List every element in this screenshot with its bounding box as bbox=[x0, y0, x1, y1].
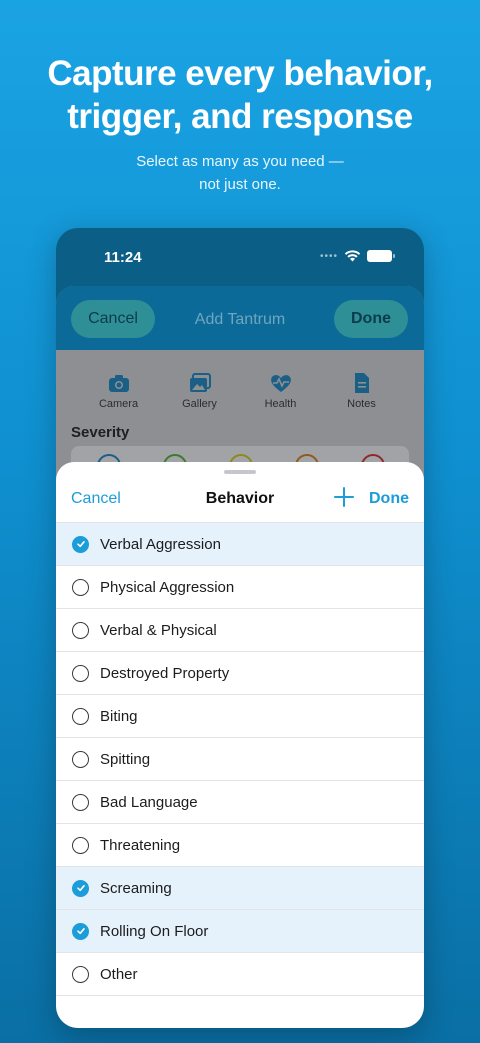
checkmark-circle-icon[interactable] bbox=[72, 535, 89, 553]
list-item[interactable]: Rolling On Floor bbox=[56, 910, 424, 953]
attach-health-label: Health bbox=[264, 398, 297, 410]
attach-health-button[interactable]: Health bbox=[246, 372, 316, 410]
attach-gallery-button[interactable]: Gallery bbox=[165, 372, 235, 410]
add-tantrum-header: Cancel Add Tantrum Done bbox=[56, 286, 424, 350]
camera-icon bbox=[108, 375, 129, 392]
list-item-label: Physical Aggression bbox=[100, 578, 235, 596]
list-item[interactable]: Spitting bbox=[56, 738, 424, 781]
attach-camera-button[interactable]: Camera bbox=[84, 372, 154, 410]
list-item-label: Bad Language bbox=[100, 793, 198, 811]
checkmark-circle-icon[interactable] bbox=[72, 879, 89, 897]
status-bar: 11:24 •••• bbox=[56, 228, 424, 286]
subheadline: Select as many as you need — not just on… bbox=[0, 150, 480, 196]
add-tantrum-done-button[interactable]: Done bbox=[334, 300, 408, 338]
empty-circle-icon[interactable] bbox=[72, 578, 89, 596]
checkmark-circle-icon[interactable] bbox=[72, 922, 89, 940]
list-item[interactable]: Other bbox=[56, 953, 424, 996]
empty-circle-icon[interactable] bbox=[72, 836, 89, 854]
list-item-label: Rolling On Floor bbox=[100, 922, 209, 940]
subheadline-line-2: not just one. bbox=[199, 176, 281, 193]
empty-circle-icon[interactable] bbox=[72, 793, 89, 811]
empty-circle-icon[interactable] bbox=[72, 707, 89, 725]
list-item-label: Threatening bbox=[100, 836, 181, 854]
list-item[interactable]: Screaming bbox=[56, 867, 424, 910]
attachment-row: Camera Gallery Health Notes bbox=[56, 350, 424, 410]
battery-icon bbox=[367, 250, 395, 262]
list-item-label: Verbal & Physical bbox=[100, 621, 217, 639]
headline-line-2: trigger, and response bbox=[67, 97, 413, 136]
severity-label: Severity bbox=[71, 424, 130, 441]
status-time: 11:24 bbox=[104, 249, 142, 266]
list-item[interactable]: Verbal Aggression bbox=[56, 523, 424, 566]
attach-notes-label: Notes bbox=[347, 398, 376, 410]
list-item[interactable]: Physical Aggression bbox=[56, 566, 424, 609]
empty-circle-icon[interactable] bbox=[72, 965, 89, 983]
gallery-icon bbox=[189, 373, 211, 392]
list-item-label: Biting bbox=[100, 707, 138, 725]
status-icons: •••• bbox=[319, 250, 395, 262]
headline-line-1: Capture every behavior, bbox=[47, 54, 433, 93]
list-item-label: Destroyed Property bbox=[100, 664, 230, 682]
list-item[interactable]: Bad Language bbox=[56, 781, 424, 824]
behavior-sheet: Cancel Behavior Done Verbal Aggression Ph… bbox=[56, 462, 424, 1028]
list-item-label: Other bbox=[100, 965, 138, 983]
sheet-done-button[interactable]: Done bbox=[369, 490, 409, 508]
attach-notes-button[interactable]: Notes bbox=[327, 372, 397, 410]
headline: Capture every behavior, trigger, and res… bbox=[0, 52, 480, 138]
add-behavior-icon[interactable] bbox=[332, 485, 356, 509]
list-item[interactable]: Biting bbox=[56, 695, 424, 738]
signal-icon: •••• bbox=[319, 250, 338, 262]
list-item[interactable]: Destroyed Property bbox=[56, 652, 424, 695]
wifi-icon bbox=[344, 250, 361, 262]
list-item-label: Screaming bbox=[100, 879, 172, 897]
empty-circle-icon[interactable] bbox=[72, 664, 89, 682]
subheadline-line-1: Select as many as you need — bbox=[136, 153, 344, 170]
phone-frame: 11:24 •••• Cancel Add Tantrum Done Camer… bbox=[56, 228, 424, 1028]
empty-circle-icon[interactable] bbox=[72, 621, 89, 639]
list-item-label: Verbal Aggression bbox=[100, 535, 221, 553]
list-item-label: Spitting bbox=[100, 750, 151, 768]
notes-icon bbox=[354, 373, 369, 393]
list-item[interactable]: Threatening bbox=[56, 824, 424, 867]
attach-gallery-label: Gallery bbox=[182, 398, 217, 410]
list-item[interactable]: Verbal & Physical bbox=[56, 609, 424, 652]
attach-camera-label: Camera bbox=[98, 398, 139, 410]
behavior-list: Verbal Aggression Physical Aggression Verb… bbox=[56, 522, 424, 996]
empty-circle-icon[interactable] bbox=[72, 750, 89, 768]
health-icon bbox=[270, 375, 291, 392]
